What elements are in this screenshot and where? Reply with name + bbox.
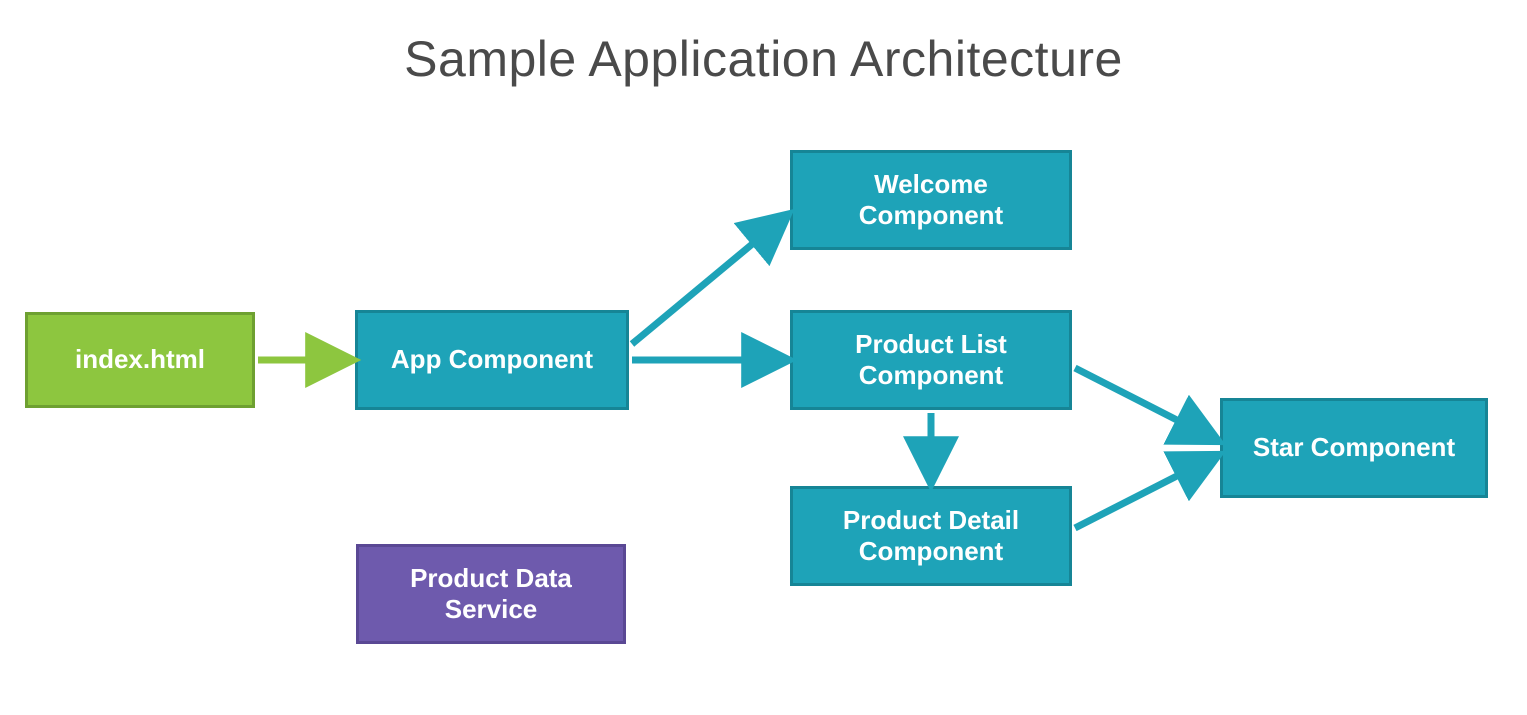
node-label: Product Detail Component (801, 505, 1061, 567)
node-label: Star Component (1253, 432, 1455, 463)
node-product-detail-component: Product Detail Component (790, 486, 1072, 586)
node-index-html: index.html (25, 312, 255, 408)
node-label: App Component (391, 344, 593, 375)
node-label: index.html (75, 344, 205, 375)
node-label: Product List Component (801, 329, 1061, 391)
node-label: Welcome Component (801, 169, 1061, 231)
arrow-app-to-welcome (632, 216, 786, 344)
node-label: Product Data Service (367, 563, 615, 625)
arrow-product-detail-to-star (1075, 456, 1216, 528)
node-welcome-component: Welcome Component (790, 150, 1072, 250)
node-app-component: App Component (355, 310, 629, 410)
node-product-data-service: Product Data Service (356, 544, 626, 644)
diagram-title: Sample Application Architecture (0, 30, 1527, 88)
node-star-component: Star Component (1220, 398, 1488, 498)
node-product-list-component: Product List Component (790, 310, 1072, 410)
arrow-product-list-to-star (1075, 368, 1216, 440)
